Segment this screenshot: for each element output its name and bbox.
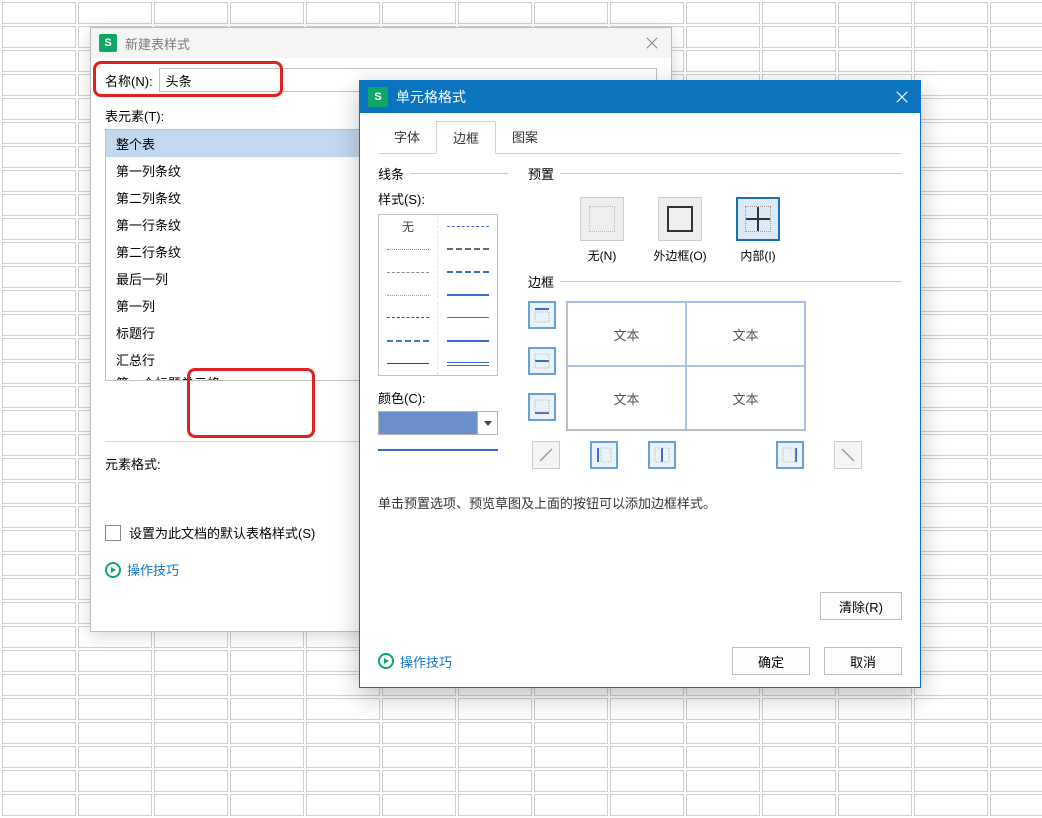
line-group-label: 线条 bbox=[378, 164, 508, 183]
preset-none-label: 无(N) bbox=[588, 247, 617, 264]
line-style-none[interactable]: 无 bbox=[379, 215, 437, 238]
tabs: 字体 边框 图案 bbox=[378, 121, 902, 154]
tips-link[interactable]: 操作技巧 bbox=[400, 652, 452, 671]
preview-cell: 文本 bbox=[686, 366, 805, 430]
border-top-button[interactable] bbox=[528, 301, 556, 329]
dlg2-title: 单元格格式 bbox=[396, 87, 466, 107]
border-diag-down-button[interactable] bbox=[834, 441, 862, 469]
line-style[interactable] bbox=[438, 261, 497, 284]
border-middle-v-button[interactable] bbox=[648, 441, 676, 469]
close-icon[interactable] bbox=[890, 86, 914, 108]
dlg2-titlebar: S 单元格格式 bbox=[360, 81, 920, 113]
preview-cell: 文本 bbox=[567, 366, 686, 430]
preset-outline[interactable] bbox=[658, 197, 702, 241]
border-group-label: 边框 bbox=[528, 272, 902, 291]
border-preview[interactable]: 文本 文本 文本 文本 bbox=[566, 301, 806, 431]
play-icon bbox=[378, 653, 394, 669]
color-label: 颜色(C): bbox=[378, 388, 508, 407]
preset-inside-label: 内部(I) bbox=[740, 247, 775, 264]
border-left-button[interactable] bbox=[590, 441, 618, 469]
dlg1-titlebar: S 新建表样式 bbox=[91, 28, 671, 58]
tab-font[interactable]: 字体 bbox=[378, 121, 436, 153]
preview-cell: 文本 bbox=[686, 302, 805, 366]
line-style[interactable] bbox=[379, 352, 437, 375]
default-checkbox[interactable] bbox=[105, 525, 121, 541]
preset-group-label: 预置 bbox=[528, 164, 902, 183]
preview-cell: 文本 bbox=[567, 302, 686, 366]
border-right-button[interactable] bbox=[776, 441, 804, 469]
preset-outline-label: 外边框(O) bbox=[653, 247, 706, 264]
ok-button[interactable]: 确定 bbox=[732, 647, 810, 675]
clear-button[interactable]: 清除(R) bbox=[820, 592, 902, 620]
app-icon: S bbox=[368, 87, 388, 107]
line-style[interactable] bbox=[438, 238, 497, 261]
play-icon bbox=[105, 562, 121, 578]
chevron-down-icon[interactable] bbox=[477, 412, 497, 434]
line-style[interactable] bbox=[438, 329, 497, 352]
tab-pattern[interactable]: 图案 bbox=[496, 121, 554, 153]
cancel-button[interactable]: 取消 bbox=[824, 647, 902, 675]
line-style[interactable] bbox=[438, 284, 497, 307]
close-icon[interactable] bbox=[641, 32, 663, 54]
default-checkbox-label: 设置为此文档的默认表格样式(S) bbox=[129, 523, 315, 542]
line-preview bbox=[378, 443, 498, 451]
line-style[interactable] bbox=[379, 329, 437, 352]
line-style[interactable] bbox=[379, 306, 437, 329]
color-swatch bbox=[379, 412, 477, 434]
style-label: 样式(S): bbox=[378, 189, 508, 208]
border-middle-h-button[interactable] bbox=[528, 347, 556, 375]
line-style[interactable] bbox=[379, 284, 437, 307]
border-bottom-button[interactable] bbox=[528, 393, 556, 421]
cell-format-dialog: S 单元格格式 字体 边框 图案 线条 样式(S): 无 bbox=[359, 80, 921, 688]
line-style[interactable] bbox=[379, 238, 437, 261]
line-style[interactable] bbox=[438, 352, 497, 375]
tips-link[interactable]: 操作技巧 bbox=[127, 560, 179, 579]
hint-text: 单击预置选项、预览草图及上面的按钮可以添加边框样式。 bbox=[378, 493, 902, 512]
app-icon: S bbox=[99, 34, 117, 52]
preset-inside[interactable] bbox=[736, 197, 780, 241]
color-picker[interactable] bbox=[378, 411, 498, 435]
line-style[interactable] bbox=[438, 306, 497, 329]
preset-none[interactable] bbox=[580, 197, 624, 241]
border-diag-up-button[interactable] bbox=[532, 441, 560, 469]
tab-border[interactable]: 边框 bbox=[436, 121, 496, 154]
name-label: 名称(N): bbox=[105, 71, 153, 90]
line-style[interactable] bbox=[438, 215, 497, 238]
line-style[interactable] bbox=[379, 261, 437, 284]
dlg1-title: 新建表样式 bbox=[125, 34, 190, 53]
style-list[interactable]: 无 bbox=[378, 214, 498, 376]
